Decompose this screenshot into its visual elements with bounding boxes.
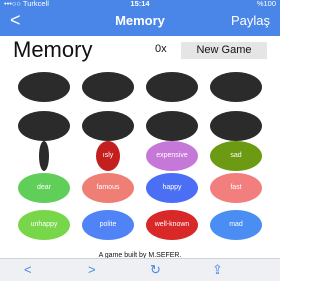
navigation-bar: < Memory Paylaş xyxy=(0,9,280,35)
browser-toolbar: < > ↻ ⇪ xyxy=(0,258,280,281)
card-fast[interactable]: fast xyxy=(210,173,262,203)
card-polite[interactable]: polite xyxy=(82,210,134,240)
card-face-down[interactable] xyxy=(39,141,49,171)
card-well-known[interactable]: well-known xyxy=(146,210,198,240)
card-unhappy[interactable]: unhappy xyxy=(18,210,70,240)
card-mad[interactable]: mad xyxy=(210,210,262,240)
card-face-down[interactable] xyxy=(210,72,262,102)
card-happy[interactable]: happy xyxy=(146,173,198,203)
status-time: 15:14 xyxy=(130,0,150,8)
card-face-down[interactable] xyxy=(82,72,134,102)
top-bar: •••○○ Turkcell 15:14 %100 < Memory Payla… xyxy=(0,0,280,36)
card-face-down[interactable] xyxy=(146,111,198,141)
score-counter: 0x xyxy=(155,43,167,55)
card-famous[interactable]: famous xyxy=(82,173,134,203)
status-bar: •••○○ Turkcell 15:14 %100 xyxy=(0,0,280,8)
toolbar-refresh-icon[interactable]: ↻ xyxy=(150,262,161,278)
battery-label: %100 xyxy=(256,0,276,8)
toolbar-back-icon[interactable]: < xyxy=(24,262,32,277)
card-dear[interactable]: dear xyxy=(18,173,70,203)
share-button[interactable]: Paylaş xyxy=(231,13,270,28)
new-game-button[interactable]: New Game xyxy=(181,42,267,59)
card-face-down[interactable] xyxy=(82,111,134,141)
card-face-down[interactable] xyxy=(18,72,70,102)
toolbar-share-icon[interactable]: ⇪ xyxy=(212,262,223,278)
card-expensive[interactable]: expensive xyxy=(146,141,198,171)
card-ısly[interactable]: ısly xyxy=(96,141,120,171)
card-face-down[interactable] xyxy=(210,111,262,141)
toolbar-forward-icon[interactable]: > xyxy=(88,262,96,277)
card-face-down[interactable] xyxy=(146,72,198,102)
card-face-down[interactable] xyxy=(18,111,70,141)
game-title: Memory xyxy=(13,37,93,62)
card-sad[interactable]: sad xyxy=(210,141,262,171)
game-header: Memory 0x New Game xyxy=(0,36,280,64)
